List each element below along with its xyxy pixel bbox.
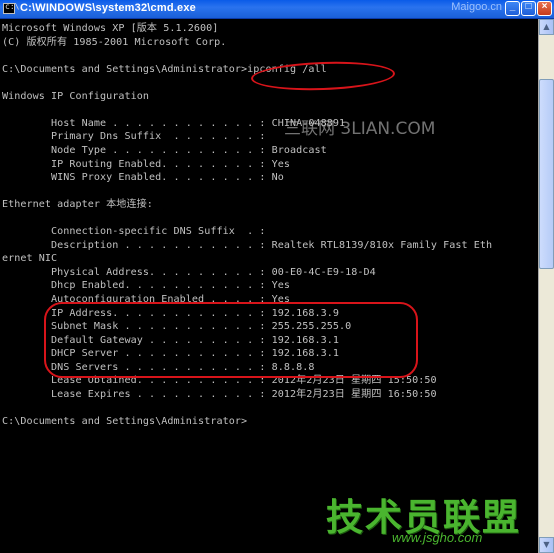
console-line: C:\Documents and Settings\Administrator> — [2, 415, 248, 427]
console-line: WINS Proxy Enabled. . . . . . . . : No — [2, 172, 284, 184]
watermark-url: www.jsgho.com — [392, 530, 483, 545]
console-line: Dhcp Enabled. . . . . . . . . . . : Yes — [2, 280, 290, 292]
scroll-up-button[interactable]: ▲ — [539, 19, 554, 35]
console-line: Node Type . . . . . . . . . . . . : Broa… — [2, 144, 327, 156]
scroll-down-button[interactable]: ▼ — [539, 537, 554, 553]
console-line: Microsoft Windows XP [版本 5.1.2600] — [2, 23, 219, 34]
cmd-icon[interactable]: c:\ — [3, 2, 19, 14]
maximize-button[interactable]: □ — [521, 1, 536, 16]
scroll-thumb[interactable] — [539, 79, 554, 269]
console-line: IP Routing Enabled. . . . . . . . : Yes — [2, 158, 290, 170]
console-line: Connection-specific DNS Suffix . : — [2, 226, 266, 238]
console-line: DHCP Server . . . . . . . . . . . : 192.… — [2, 348, 339, 360]
console-line: Subnet Mask . . . . . . . . . . . : 255.… — [2, 321, 352, 333]
console-line: ernet NIC — [2, 253, 58, 265]
minimize-button[interactable]: _ — [505, 1, 520, 16]
console-line: Description . . . . . . . . . . . : Real… — [2, 239, 493, 251]
console-line: Windows IP Configuration — [2, 90, 150, 102]
console-line: Lease Expires . . . . . . . . . . : 2012… — [2, 388, 437, 400]
close-button[interactable]: × — [537, 1, 552, 16]
console-output[interactable]: Microsoft Windows XP [版本 5.1.2600] (C) 版权… — [0, 19, 538, 553]
title-bar[interactable]: c:\ C:\WINDOWS\system32\cmd.exe Maigoo.c… — [0, 0, 554, 19]
cmd-window: c:\ C:\WINDOWS\system32\cmd.exe Maigoo.c… — [0, 0, 554, 553]
window-title: C:\WINDOWS\system32\cmd.exe — [20, 2, 196, 14]
console-line: C:\Documents and Settings\Administrator>… — [2, 63, 327, 75]
watermark-middle: 三联网 3LIAN.COM — [284, 119, 436, 139]
console-line: (C) 版权所有 1985-2001 Microsoft Corp. — [2, 36, 227, 48]
console-line: IP Address. . . . . . . . . . . . : 192.… — [2, 307, 339, 319]
console-line: Physical Address. . . . . . . . . : 00-E… — [2, 266, 376, 278]
console-line: Primary Dns Suffix . . . . . . . : — [2, 131, 266, 143]
console-line: Autoconfiguration Enabled . . . . : Yes — [2, 294, 290, 305]
console-line: Lease Obtained. . . . . . . . . . : 2012… — [2, 375, 437, 387]
console-line: DNS Servers . . . . . . . . . . . : 8.8.… — [2, 361, 315, 373]
console-line: Default Gateway . . . . . . . . . : 192.… — [2, 334, 339, 346]
console-line: Ethernet adapter 本地连接: — [2, 199, 153, 211]
vertical-scrollbar[interactable]: ▲ ▼ — [538, 19, 554, 553]
watermark-top: Maigoo.cn — [451, 1, 502, 13]
